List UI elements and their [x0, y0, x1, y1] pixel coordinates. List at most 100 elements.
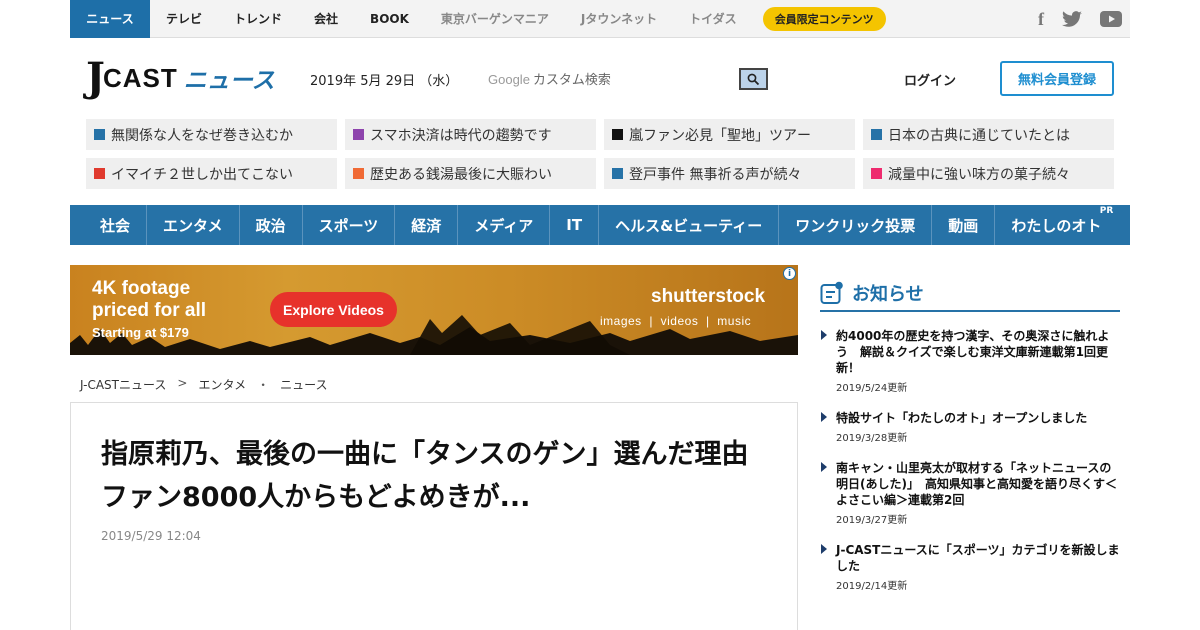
top-nav-company[interactable]: 会社 — [298, 0, 354, 38]
twitter-icon[interactable] — [1062, 11, 1082, 27]
hot-topic-label: 無関係な人をなぜ巻き込むか — [111, 127, 293, 144]
ad-headline: 4K footage priced for all — [92, 278, 206, 322]
category-tab[interactable]: エンタメ — [147, 205, 240, 245]
article-title: 指原莉乃、最後の一曲に「タンスのゲン」選んだ理由 ファン8000人からもどよめき… — [101, 439, 776, 513]
breadcrumb-home[interactable]: J-CASTニュース — [80, 376, 166, 393]
notice-item-date: 2019/3/28更新 — [836, 433, 908, 444]
topic-color-marker — [353, 129, 364, 140]
notice-item[interactable]: J-CASTニュースに「スポーツ」カテゴリを新設しました 2019/2/14更新 — [820, 542, 1120, 592]
hot-topic-label: イマイチ２世しか出てこない — [111, 166, 293, 183]
notice-item[interactable]: 南キャン・山里亮太が取材する「ネットニュースの明日(あした)」 高知県知事と高知… — [820, 460, 1120, 526]
breadcrumb-separator: > — [177, 376, 188, 390]
notice-item[interactable]: 特設サイト「わたしのオト」オープンしました 2019/3/28更新 — [820, 410, 1120, 444]
youtube-icon[interactable] — [1100, 11, 1122, 27]
topic-color-marker — [871, 168, 882, 179]
category-tab-label: メディア — [474, 216, 534, 235]
notice-item-text[interactable]: 特設サイト「わたしのオト」オープンしました — [836, 410, 1120, 426]
login-link[interactable]: ログイン — [904, 70, 956, 89]
article-timestamp: 2019/5/29 12:04 — [101, 529, 201, 543]
top-nav-bargain-mania[interactable]: 東京バーゲンマニア — [425, 0, 565, 38]
notice-item-date: 2019/5/24更新 — [836, 383, 908, 394]
hot-topic-label: 日本の古典に通じていたとは — [888, 127, 1070, 144]
topic-color-marker — [353, 168, 364, 179]
top-nav-toidas[interactable]: トイダス — [673, 0, 753, 38]
topic-color-marker — [94, 129, 105, 140]
triangle-right-icon — [821, 412, 827, 422]
category-tab-label: わたしのオト — [1011, 216, 1102, 235]
category-tab-label: 社会 — [100, 216, 131, 235]
category-tab[interactable]: 経済 — [395, 205, 459, 245]
hot-topic-item[interactable]: イマイチ２世しか出てこない — [86, 158, 337, 189]
category-tab[interactable]: ワンクリック投票 — [779, 205, 933, 245]
current-date: 2019年 5月 29日 （水） — [310, 74, 459, 89]
category-tab-label: 動画 — [948, 216, 979, 235]
search-box[interactable]: Google カスタム検索 — [488, 66, 768, 90]
notice-item[interactable]: 約4000年の歴史を持つ漢字、その奥深さに触れよう 解説＆クイズで楽しむ東洋文庫… — [820, 328, 1120, 394]
category-tab[interactable]: メディア — [458, 205, 551, 245]
jcast-logo[interactable]: J CAST ニュース — [86, 58, 275, 98]
hot-topic-label: 歴史ある銭湯最後に大賑わい — [370, 166, 552, 183]
hot-topic-item[interactable]: 減量中に強い味方の菓子続々 — [863, 158, 1114, 189]
ad-info-icon[interactable]: i — [783, 267, 796, 280]
facebook-icon[interactable]: f — [1038, 9, 1044, 30]
notice-item-date: 2019/3/27更新 — [836, 515, 908, 526]
category-tab-label: 政治 — [255, 216, 286, 235]
top-nav-book[interactable]: BOOK — [354, 0, 425, 38]
ad-subtitle: images | videos | music — [600, 314, 752, 328]
notice-icon — [820, 281, 843, 304]
triangle-right-icon — [821, 544, 827, 554]
top-bar: ニュース テレビ トレンド 会社 BOOK 東京バーゲンマニア Jタウンネット … — [70, 0, 1130, 38]
logo-news: ニュース — [183, 68, 275, 94]
breadcrumb-separator: ・ — [257, 378, 270, 392]
category-tab[interactable]: IT — [550, 205, 600, 245]
hot-topic-label: スマホ決済は時代の趨勢です — [370, 127, 552, 144]
category-tab[interactable]: 動画 — [932, 205, 996, 245]
notice-header: お知らせ — [820, 278, 1120, 312]
hot-topic-item[interactable]: 登戸事件 無事祈る声が続々 — [604, 158, 855, 189]
category-tab-label: ヘルス&ビューティー — [615, 216, 763, 235]
breadcrumb-news[interactable]: ニュース — [280, 376, 327, 393]
category-tab-label: エンタメ — [163, 216, 223, 235]
notice-item-text[interactable]: 南キャン・山里亮太が取材する「ネットニュースの明日(あした)」 高知県知事と高知… — [836, 460, 1120, 508]
notice-sidebar: お知らせ 約4000年の歴史を持つ漢字、その奥深さに触れよう 解説＆クイズで楽し… — [820, 278, 1120, 592]
top-nav-trend[interactable]: トレンド — [218, 0, 298, 38]
category-tab[interactable]: ヘルス&ビューティー — [599, 205, 780, 245]
triangle-right-icon — [821, 330, 827, 340]
hot-topic-item[interactable]: 日本の古典に通じていたとは — [863, 119, 1114, 150]
notice-item-text[interactable]: J-CASTニュースに「スポーツ」カテゴリを新設しました — [836, 542, 1120, 574]
notice-item-date: 2019/2/14更新 — [836, 581, 908, 592]
ad-headline-line-1: 4K footage — [92, 278, 191, 299]
category-tab[interactable]: 政治 — [240, 205, 303, 245]
search-placeholder: カスタム検索 — [532, 72, 611, 88]
category-tab[interactable]: わたしのオト PR — [995, 205, 1117, 245]
hot-topic-item[interactable]: 無関係な人をなぜ巻き込むか — [86, 119, 337, 150]
hot-topic-item[interactable]: 嵐ファン必見「聖地」ツアー — [604, 119, 855, 150]
ad-price: Starting at $179 — [92, 325, 189, 340]
register-button[interactable]: 無料会員登録 — [1000, 61, 1114, 96]
hot-topic-item[interactable]: スマホ決済は時代の趨勢です — [345, 119, 596, 150]
hot-topic-label: 嵐ファン必見「聖地」ツアー — [629, 127, 811, 144]
pr-badge: PR — [1099, 206, 1114, 216]
site-header: J CAST ニュース 2019年 5月 29日 （水） Google カスタム検… — [70, 38, 1130, 118]
top-nav-tv[interactable]: テレビ — [150, 0, 218, 38]
category-tab-label: ワンクリック投票 — [795, 216, 916, 235]
google-label: Google — [488, 71, 530, 87]
search-input[interactable]: Google カスタム検索 — [488, 69, 611, 88]
category-tab[interactable]: 社会 — [84, 205, 148, 245]
category-tab[interactable]: スポーツ — [303, 205, 396, 245]
top-nav-jtown-net[interactable]: Jタウンネット — [565, 0, 673, 38]
hot-topic-item[interactable]: 歴史ある銭湯最後に大賑わい — [345, 158, 596, 189]
topic-color-marker — [612, 168, 623, 179]
member-content-button[interactable]: 会員限定コンテンツ — [762, 6, 886, 31]
ad-brand: shutterstock — [651, 286, 766, 307]
search-button[interactable] — [739, 68, 768, 90]
category-tab-label: 経済 — [411, 216, 442, 235]
ad-explore-videos-button[interactable]: Explore Videos — [270, 292, 397, 327]
top-nav-news[interactable]: ニュース — [70, 0, 150, 38]
triangle-right-icon — [821, 462, 827, 472]
category-nav: 社会 エンタメ 政治 スポーツ 経済 メディア IT ヘルス&ビューティー ワンクリック投票 動画… — [70, 205, 1130, 245]
notice-item-text[interactable]: 約4000年の歴史を持つ漢字、その奥深さに触れよう 解説＆クイズで楽しむ東洋文庫… — [836, 328, 1120, 376]
hot-topics: 無関係な人をなぜ巻き込むか スマホ決済は時代の趨勢です 嵐ファン必見「聖地」ツアー 日… — [86, 119, 1114, 189]
ad-banner[interactable]: 4K footage priced for all Starting at $1… — [70, 265, 798, 355]
breadcrumb-entame[interactable]: エンタメ — [198, 376, 246, 393]
